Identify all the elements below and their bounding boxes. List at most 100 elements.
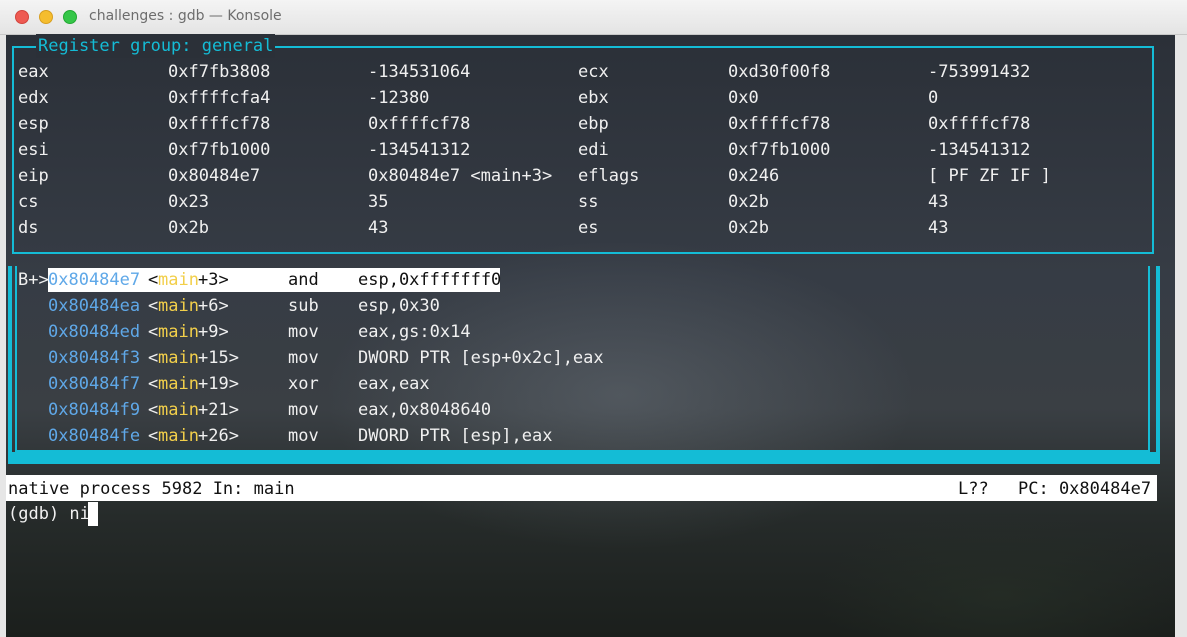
asm-operands: DWORD PTR [esp+0x2c],eax: [358, 348, 604, 368]
window-title: challenges : gdb — Konsole: [89, 8, 282, 24]
asm-symbol: main: [158, 270, 199, 290]
asm-address: 0x80484f3: [48, 348, 141, 368]
register-value: -134531064: [368, 62, 471, 82]
asm-address: 0x80484fe: [48, 426, 141, 446]
register-name: eflags: [578, 166, 640, 186]
asm-address: 0x80484f7: [48, 374, 141, 394]
asm-symbol-open: <: [148, 400, 159, 420]
minimize-button[interactable]: [39, 10, 53, 24]
asm-offset: +9>: [198, 322, 229, 342]
maximize-button[interactable]: [63, 10, 77, 24]
asm-operands: esp,0x30: [358, 296, 440, 316]
asm-symbol: main: [158, 374, 199, 394]
register-hex: 0x2b: [168, 218, 209, 238]
register-value: 0xffffcf78: [928, 114, 1031, 134]
text-cursor: [88, 502, 98, 526]
register-hex: 0xffffcfa4: [168, 88, 271, 108]
asm-offset: +26>: [198, 426, 239, 446]
asm-offset: +21>: [198, 400, 239, 420]
asm-symbol-open: <: [148, 296, 159, 316]
register-hex: 0xffffcf78: [168, 114, 271, 134]
asm-symbol-open: <: [148, 270, 159, 290]
status-process: native process 5982 In: main: [8, 479, 295, 499]
register-hex: 0xf7fb3808: [168, 62, 271, 82]
asm-opcode: mov: [288, 322, 319, 342]
register-name: esi: [18, 140, 49, 160]
register-hex: 0x2b: [728, 192, 769, 212]
register-value: 43: [928, 218, 949, 238]
asm-offset: +3>: [198, 270, 229, 290]
close-button[interactable]: [15, 10, 29, 24]
asm-operands: esp,0xfffffff0: [358, 270, 502, 290]
asm-panel-inner-border-right: [1148, 266, 1150, 452]
register-name: ss: [578, 192, 599, 212]
register-hex: 0x0: [728, 88, 759, 108]
register-value: 0xffffcf78: [368, 114, 471, 134]
register-panel-title: Register group: general: [36, 34, 276, 58]
asm-opcode: mov: [288, 400, 319, 420]
register-value: 35: [368, 192, 389, 212]
asm-symbol-open: <: [148, 322, 159, 342]
asm-address: 0x80484e7: [48, 270, 141, 290]
register-name: ebx: [578, 88, 609, 108]
asm-symbol: main: [158, 296, 199, 316]
register-name: eip: [18, 166, 49, 186]
asm-operands: eax,eax: [358, 374, 430, 394]
register-name: eax: [18, 62, 49, 82]
register-hex: 0x2b: [728, 218, 769, 238]
asm-offset: +15>: [198, 348, 239, 368]
register-value: -134541312: [928, 140, 1031, 160]
asm-opcode: mov: [288, 348, 319, 368]
register-name: ds: [18, 218, 39, 238]
asm-operands: eax,gs:0x14: [358, 322, 471, 342]
asm-opcode: xor: [288, 374, 319, 394]
status-pc: PC: 0x80484e7: [1018, 479, 1152, 499]
asm-panel-border-bottom-thick: [8, 452, 1160, 464]
register-value: 0x80484e7 <main+3>: [368, 166, 553, 186]
asm-symbol: main: [158, 348, 199, 368]
asm-operands: eax,0x8048640: [358, 400, 492, 420]
gdb-prompt-input[interactable]: (gdb) ni: [8, 501, 90, 527]
register-name: es: [578, 218, 599, 238]
register-hex: 0x246: [728, 166, 780, 186]
asm-opcode: sub: [288, 296, 319, 316]
register-name: ebp: [578, 114, 609, 134]
register-value: -12380: [368, 88, 430, 108]
asm-opcode: and: [288, 270, 319, 290]
asm-address: 0x80484f9: [48, 400, 141, 420]
asm-symbol-open: <: [148, 348, 159, 368]
register-hex: 0xffffcf78: [728, 114, 831, 134]
asm-symbol-open: <: [148, 374, 159, 394]
asm-operands: DWORD PTR [esp],eax: [358, 426, 553, 446]
asm-symbol: main: [158, 426, 199, 446]
asm-panel-border-left: [8, 266, 12, 464]
register-hex: 0xf7fb1000: [728, 140, 831, 160]
register-value: 43: [368, 218, 389, 238]
register-value: [ PF ZF IF ]: [928, 166, 1051, 186]
asm-symbol: main: [158, 400, 199, 420]
register-name: edx: [18, 88, 49, 108]
asm-opcode: mov: [288, 426, 319, 446]
register-value: -753991432: [928, 62, 1031, 82]
window-frame-right: [1175, 35, 1187, 637]
register-name: ecx: [578, 62, 609, 82]
asm-address: 0x80484ed: [48, 322, 141, 342]
title-bar: challenges : gdb — Konsole: [0, 0, 1187, 35]
asm-symbol-open: <: [148, 426, 159, 446]
register-hex: 0xf7fb1000: [168, 140, 271, 160]
register-value: 0: [928, 88, 939, 108]
asm-panel-inner-border-left: [15, 266, 17, 452]
window-frame-left: [0, 35, 6, 637]
register-hex: 0xd30f00f8: [728, 62, 831, 82]
register-value: -134541312: [368, 140, 471, 160]
register-value: 43: [928, 192, 949, 212]
register-name: edi: [578, 140, 609, 160]
asm-symbol: main: [158, 322, 199, 342]
asm-offset: +6>: [198, 296, 229, 316]
asm-offset: +19>: [198, 374, 239, 394]
status-line: native process 5982 In: main L?? PC: 0x8…: [6, 475, 1157, 501]
register-name: cs: [18, 192, 39, 212]
asm-panel-border-right: [1156, 266, 1160, 464]
breakpoint-marker: B+>: [18, 270, 49, 290]
asm-address: 0x80484ea: [48, 296, 141, 316]
